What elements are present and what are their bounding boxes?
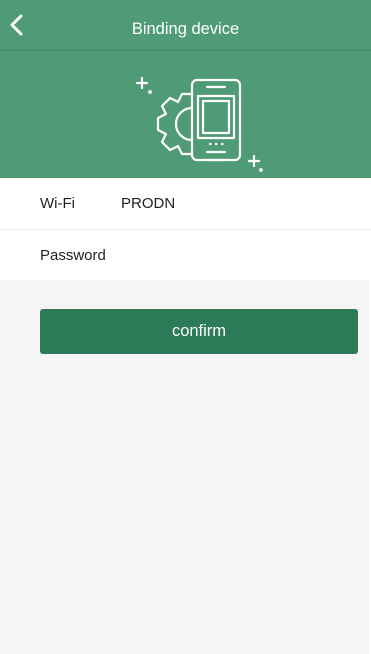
binding-device-screen: Binding device Wi-Fi PRODN Password conf… [0, 0, 371, 654]
device-settings-gear-icon [135, 76, 263, 172]
page-title: Binding device [131, 20, 240, 38]
wifi-row: Wi-Fi PRODN [0, 178, 371, 229]
password-row: Password [0, 229, 371, 280]
wifi-form: Wi-Fi PRODN Password [0, 178, 371, 280]
wifi-label: Wi-Fi [40, 195, 75, 212]
password-label: Password [40, 247, 106, 264]
nav-bar: Binding device [0, 0, 371, 51]
confirm-button[interactable]: confirm [40, 309, 358, 354]
wifi-ssid-value[interactable]: PRODN [121, 178, 175, 230]
password-input[interactable] [121, 238, 351, 272]
